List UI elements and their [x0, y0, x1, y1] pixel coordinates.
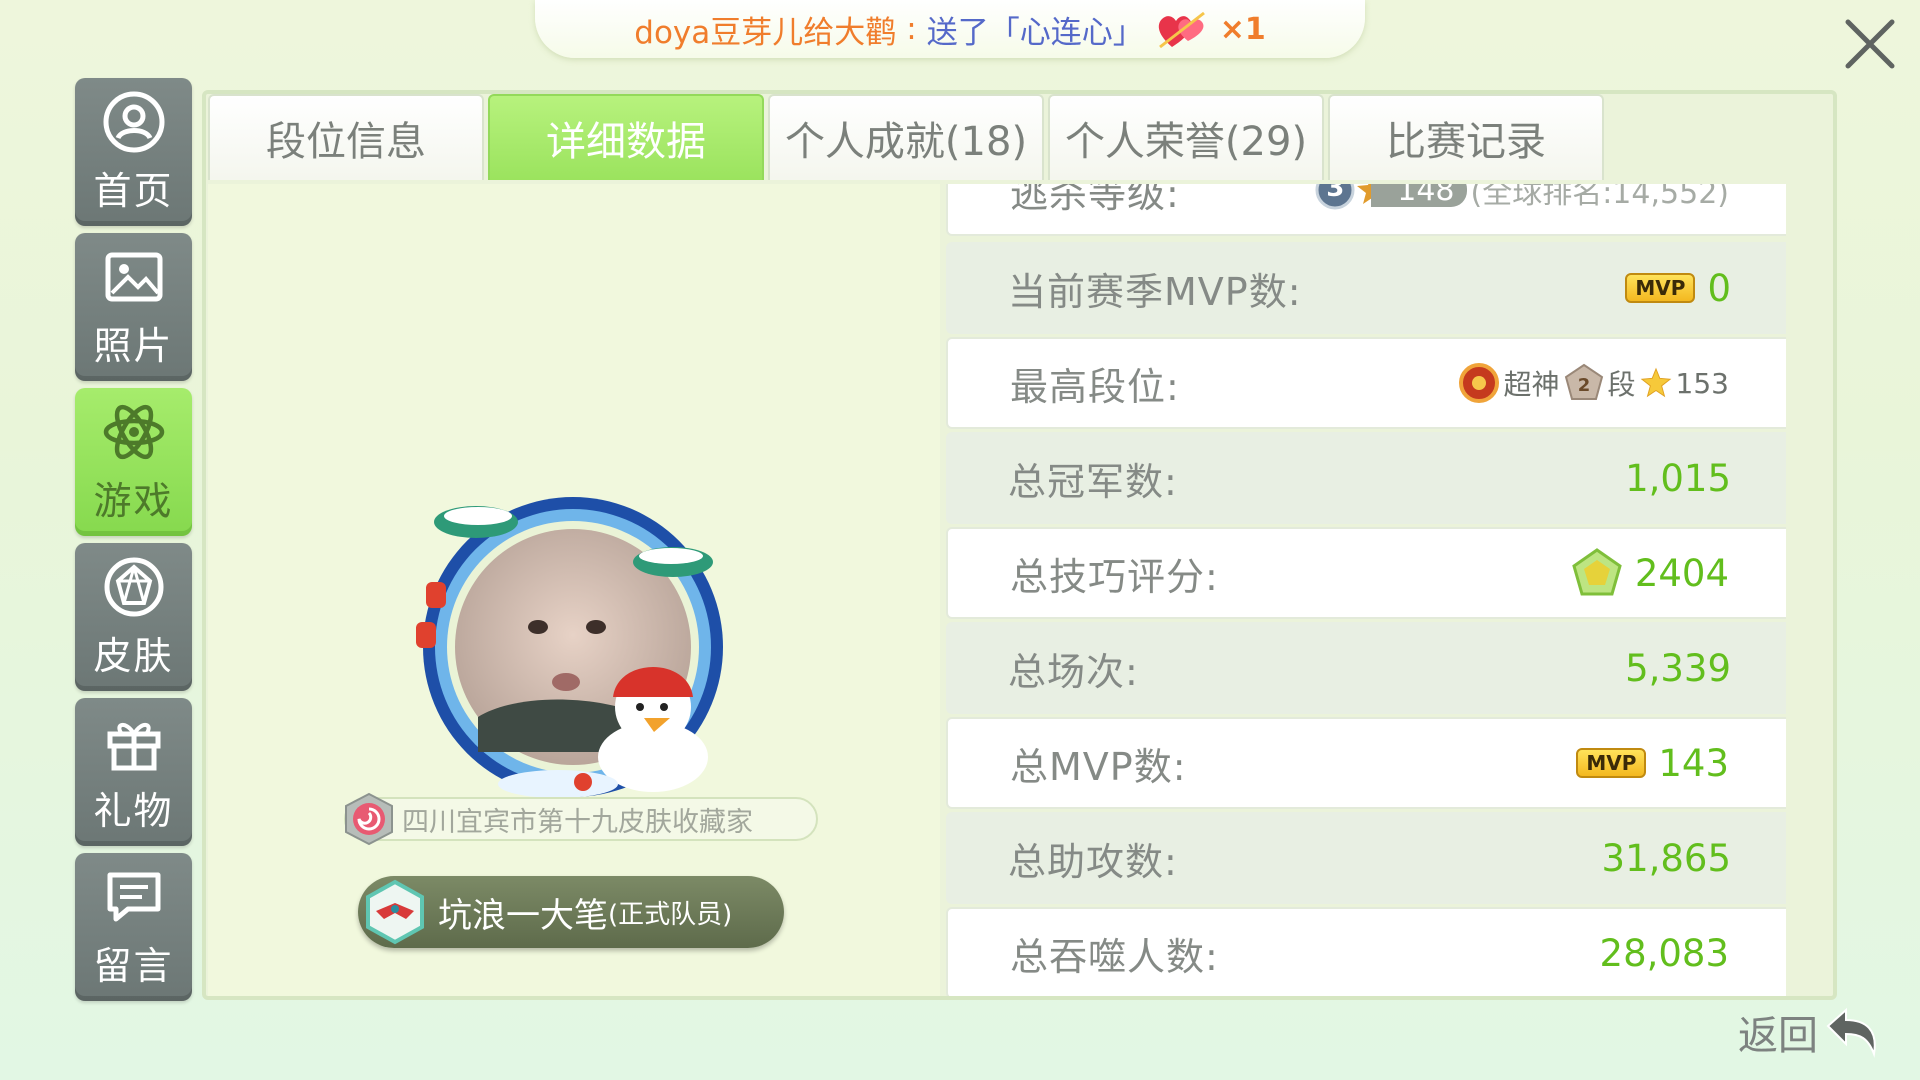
mvp-badge-icon: MVP [1576, 748, 1647, 778]
sidebar-item-label: 礼物 [93, 788, 174, 833]
tab-bar: 段位信息 详细数据 个人成就(18) 个人荣誉(29) 比赛记录 [206, 94, 1604, 182]
photo-icon [105, 252, 162, 301]
gift-notification-banner: doya豆芽儿给大鹳 : 送了「心连心」 ×1 [535, 0, 1365, 58]
sidebar-item-photos[interactable]: 照片 [75, 233, 192, 381]
tab-rank-info[interactable]: 段位信息 [208, 94, 484, 180]
team-name: 坑浪一大笔 [438, 895, 608, 936]
avatar[interactable] [408, 482, 738, 802]
sidebar-item-label: 首页 [93, 168, 174, 213]
title-emblem-icon [345, 792, 393, 846]
profile-area: 四川宜宾市第十九皮肤收藏家 坑浪一大笔 (正式队员) [208, 184, 940, 996]
back-label: 返回 [1738, 1013, 1818, 1059]
stat-label: 总冠军数: [1008, 459, 1178, 504]
notification-action: 送了「心连心」 [926, 14, 1144, 51]
stat-row-kill-level: 逃杀等级: 3 148 (全球排名:14,552) [946, 184, 1786, 236]
rank-stars: 153 [1675, 366, 1729, 400]
sidebar-item-label: 皮肤 [93, 633, 174, 678]
atom-icon [103, 404, 164, 459]
gift-icon [107, 722, 160, 770]
team-badge[interactable]: 坑浪一大笔 (正式队员) [358, 876, 784, 948]
tab-honors[interactable]: 个人荣誉(29) [1048, 94, 1324, 180]
tab-achievements[interactable]: 个人成就(18) [768, 94, 1044, 180]
rank-level-icon: 2 [1564, 363, 1603, 400]
sidebar-item-game[interactable]: 游戏 [75, 388, 192, 536]
sidebar: 首页 照片 游戏 皮肤 礼物 留言 [75, 78, 192, 1008]
stat-label: 最高段位: [1010, 364, 1180, 409]
kill-points: 148 [1371, 184, 1467, 208]
stat-value: MVP 0 [1625, 267, 1731, 310]
kill-level-value: 3 148 (全球排名:14,552) [1315, 184, 1729, 212]
svg-text:2: 2 [1577, 375, 1590, 396]
mvp-badge-icon: MVP [1625, 273, 1696, 303]
team-emblem-icon [366, 879, 424, 945]
highest-rank-value: 超神 2 段 153 [1458, 362, 1729, 404]
player-title-text: 四川宜宾市第十九皮肤收藏家 [402, 806, 753, 838]
stat-row-total-wins: 总冠军数: 1,015 [946, 432, 1786, 524]
diamond-icon [104, 557, 163, 616]
rank-sub-tier: 段 [1607, 368, 1636, 401]
stat-label: 总技巧评分: [1010, 554, 1219, 599]
supergod-rank-icon [1458, 363, 1499, 403]
stat-row-season-mvp: 当前赛季MVP数: MVP 0 [946, 242, 1786, 334]
heart-gift-icon [1158, 11, 1205, 49]
stat-label: 当前赛季MVP数: [1008, 269, 1302, 314]
sidebar-item-messages[interactable]: 留言 [75, 853, 192, 1001]
sidebar-item-label: 游戏 [93, 478, 174, 523]
stat-row-highest-rank: 最高段位: 超神 2 段 153 [946, 337, 1786, 429]
team-role: (正式队员) [608, 899, 733, 930]
sidebar-item-label: 留言 [93, 943, 174, 988]
back-button[interactable]: 返回 [1738, 1000, 1882, 1064]
sidebar-item-skins[interactable]: 皮肤 [75, 543, 192, 691]
stat-value: MVP 143 [1576, 742, 1729, 785]
total-assists-value: 31,865 [1601, 836, 1731, 880]
total-games-value: 5,339 [1625, 646, 1731, 690]
star-icon [1640, 367, 1671, 398]
stat-row-total-mvp: 总MVP数: MVP 143 [946, 717, 1786, 809]
main-panel: 段位信息 详细数据 个人成就(18) 个人荣誉(29) 比赛记录 四川宜宾市第十… [202, 90, 1837, 1000]
profile-icon [103, 91, 164, 152]
notification-colon: : [906, 11, 917, 47]
return-arrow-icon [1826, 1007, 1876, 1058]
tab-match-records[interactable]: 比赛记录 [1328, 94, 1604, 180]
notification-count: ×1 [1219, 11, 1266, 47]
sidebar-item-gifts[interactable]: 礼物 [75, 698, 192, 846]
sidebar-item-label: 照片 [93, 323, 174, 368]
stat-row-total-eaten: 总吞噬人数: 28,083 [946, 907, 1786, 996]
skill-score-number: 2404 [1634, 551, 1729, 595]
total-eaten-value: 28,083 [1599, 931, 1729, 975]
total-mvp-count: 143 [1658, 741, 1729, 785]
total-wins-value: 1,015 [1625, 456, 1731, 500]
stat-row-skill-score: 总技巧评分: 2404 [946, 527, 1786, 619]
stats-list[interactable]: 逃杀等级: 3 148 (全球排名:14,552) 当前赛季MVP数: MVP … [936, 184, 1786, 996]
stat-row-total-assists: 总助攻数: 31,865 [946, 812, 1786, 904]
stat-label: 总场次: [1008, 649, 1139, 694]
stat-label: 总助攻数: [1008, 839, 1178, 884]
stat-label: 总吞噬人数: [1010, 934, 1219, 979]
global-rank: (全球排名:14,552) [1470, 184, 1730, 211]
skill-gem-icon [1572, 548, 1622, 596]
message-icon [107, 872, 160, 921]
rank-tier: 超神 [1503, 368, 1560, 401]
sidebar-item-home[interactable]: 首页 [75, 78, 192, 226]
notification-sender: doya豆芽儿给大鹳 [634, 14, 897, 51]
close-icon[interactable] [1838, 12, 1902, 76]
stat-row-total-games: 总场次: 5,339 [946, 622, 1786, 714]
player-title-badge[interactable]: 四川宜宾市第十九皮肤收藏家 [344, 792, 818, 846]
skill-score-value: 2404 [1571, 547, 1729, 599]
stat-label: 逃杀等级: [1010, 184, 1180, 216]
season-mvp-count: 0 [1707, 266, 1731, 310]
tab-detailed-data[interactable]: 详细数据 [488, 94, 764, 180]
stat-label: 总MVP数: [1010, 744, 1187, 789]
